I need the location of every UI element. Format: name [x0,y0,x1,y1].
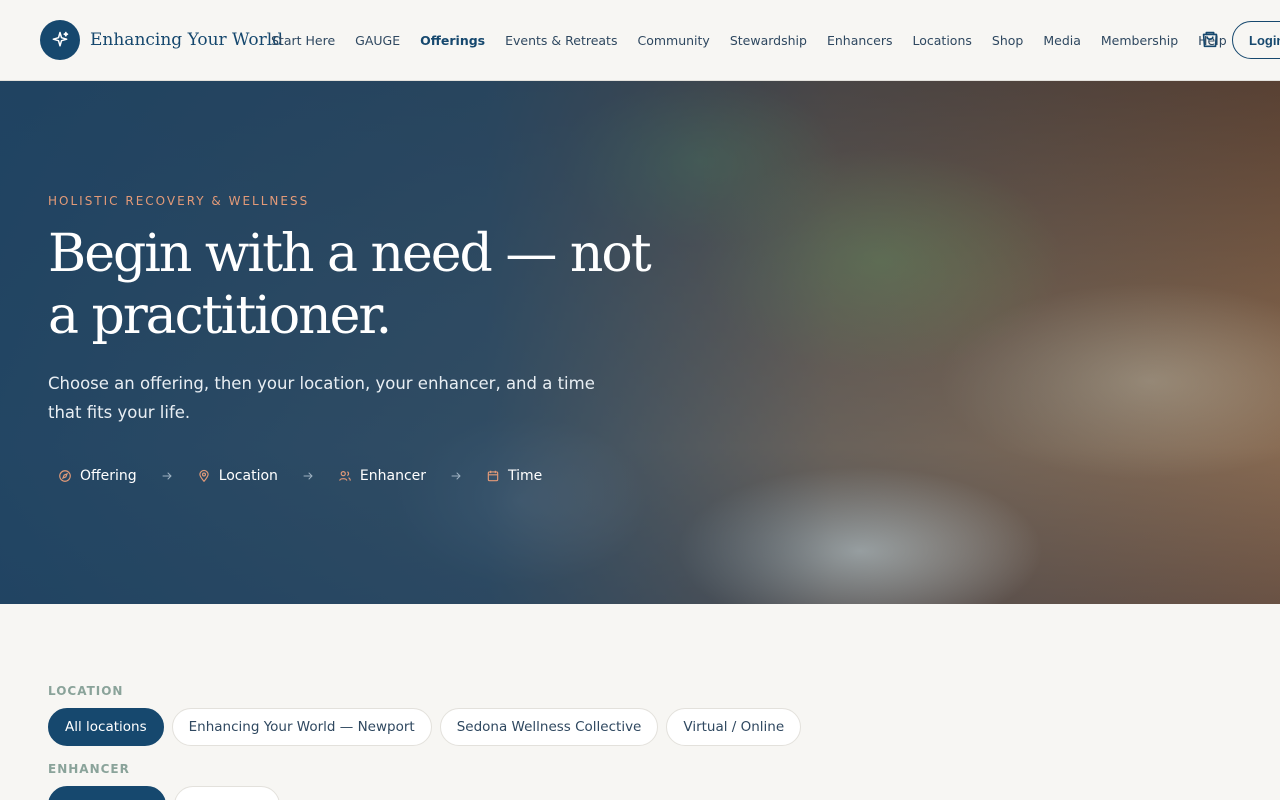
chip-sedona[interactable]: Sedona Wellness Collective [439,708,659,746]
shopping-bag-icon[interactable] [1199,28,1221,50]
main-nav: Start Here GAUGE Offerings Events & Retr… [261,29,1237,51]
nav-gauge[interactable]: GAUGE [355,33,400,48]
nav-media[interactable]: Media [1043,33,1081,48]
chip-all-locations[interactable]: All locations [48,708,164,746]
hero-eyebrow: HOLISTIC RECOVERY & WELLNESS [48,194,310,208]
nav-locations[interactable]: Locations [913,33,972,48]
step-time[interactable]: Time [476,468,552,484]
chip-enhancer-option[interactable] [174,786,280,800]
booking-steps: Offering Location Enhancer Time [48,465,552,487]
hero-subtitle: Choose an offering, then your location, … [48,374,595,422]
arrow-right-icon [451,472,461,480]
nav-membership[interactable]: Membership [1101,33,1178,48]
location-filter-chips: All locations Enhancing Your World — New… [48,708,1248,746]
site-header: Enhancing Your World Start Here GAUGE Of… [0,0,1280,81]
brand-logo-link[interactable]: Enhancing Your World [40,20,283,60]
chip-virtual-online[interactable]: Virtual / Online [666,708,802,746]
map-pin-icon [199,469,209,483]
step-location[interactable]: Location [187,468,288,484]
nav-start-here[interactable]: Start Here [271,33,335,48]
step-time-label: Time [508,468,543,484]
users-icon [339,471,351,481]
nav-enhancers[interactable]: Enhancers [827,33,893,48]
step-enhancer[interactable]: Enhancer [328,468,436,484]
nav-stewardship[interactable]: Stewardship [730,33,807,48]
arrow-right-icon [162,472,172,480]
hero-title: Begin with a need — not a practitioner. [48,224,652,346]
nav-shop[interactable]: Shop [992,33,1023,48]
arrow-right-icon [303,472,313,480]
location-filter-label: LOCATION [48,684,124,698]
step-location-label: Location [218,468,278,484]
sparkle-icon [40,20,80,60]
brand-name: Enhancing Your World [90,30,284,50]
step-offering-label: Offering [80,468,137,484]
chip-enhancer-selected[interactable] [48,786,166,800]
step-enhancer-label: Enhancer [359,468,427,484]
compass-icon [59,470,71,482]
login-button[interactable]: Login [1232,21,1280,59]
enhancer-filter-label: ENHANCER [48,762,130,776]
calendar-icon [487,470,499,482]
nav-events-retreats[interactable]: Events & Retreats [505,33,617,48]
nav-community[interactable]: Community [637,33,709,48]
nav-offerings[interactable]: Offerings [420,33,485,48]
filters-section: LOCATION All locations Enhancing Your Wo… [48,684,1248,800]
chip-newport[interactable]: Enhancing Your World — Newport [171,708,432,746]
enhancer-filter-chips [48,786,1248,800]
step-offering[interactable]: Offering [48,468,147,484]
hero-section: HOLISTIC RECOVERY & WELLNESS Begin with … [0,81,1280,604]
